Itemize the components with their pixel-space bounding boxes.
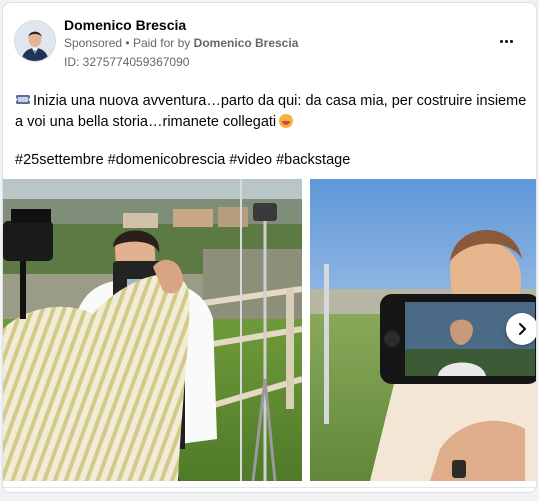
meta-separator: • — [125, 36, 130, 50]
hashtag-link[interactable]: #video — [229, 152, 272, 168]
more-options-icon-dot — [504, 39, 508, 43]
post-header: Domenico Brescia Sponsored • Paid for by… — [3, 3, 536, 73]
paid-for-prefix: Paid for by — [132, 36, 191, 50]
ad-post-card: Domenico Brescia Sponsored • Paid for by… — [2, 2, 537, 493]
avatar[interactable] — [14, 20, 56, 62]
sponsored-label: Sponsored — [64, 36, 123, 50]
card-divider — [3, 487, 536, 488]
chevron-right-icon — [519, 323, 526, 335]
ad-id: ID: 3275774059367090 — [64, 55, 190, 69]
carousel-next-button[interactable] — [506, 313, 536, 345]
hashtag-link[interactable]: #domenicobrescia — [108, 152, 226, 168]
carousel-image-2[interactable] — [310, 179, 536, 481]
sponsored-meta: Sponsored • Paid for by Domenico Brescia — [64, 36, 298, 50]
grinning-face-emoji-icon — [279, 114, 294, 128]
media-carousel — [3, 179, 536, 481]
hashtag-link[interactable]: #25settembre — [15, 152, 104, 168]
post-body: Inizia una nuova avventura…parto da qui:… — [15, 91, 530, 133]
more-options-icon — [499, 39, 503, 43]
more-options-icon-dot — [509, 39, 513, 43]
more-options-button[interactable] — [494, 29, 518, 53]
paid-for-name[interactable]: Domenico Brescia — [194, 36, 299, 50]
carousel-image-1[interactable] — [3, 179, 302, 481]
hashtag-link[interactable]: #backstage — [276, 152, 350, 168]
post-body-text: Inizia una nuova avventura…parto da qui:… — [15, 93, 527, 130]
page-name[interactable]: Domenico Brescia — [64, 17, 186, 33]
ticket-icon — [15, 95, 31, 104]
hashtag-list: #25settembre #domenicobrescia #video #backs… — [15, 152, 354, 168]
